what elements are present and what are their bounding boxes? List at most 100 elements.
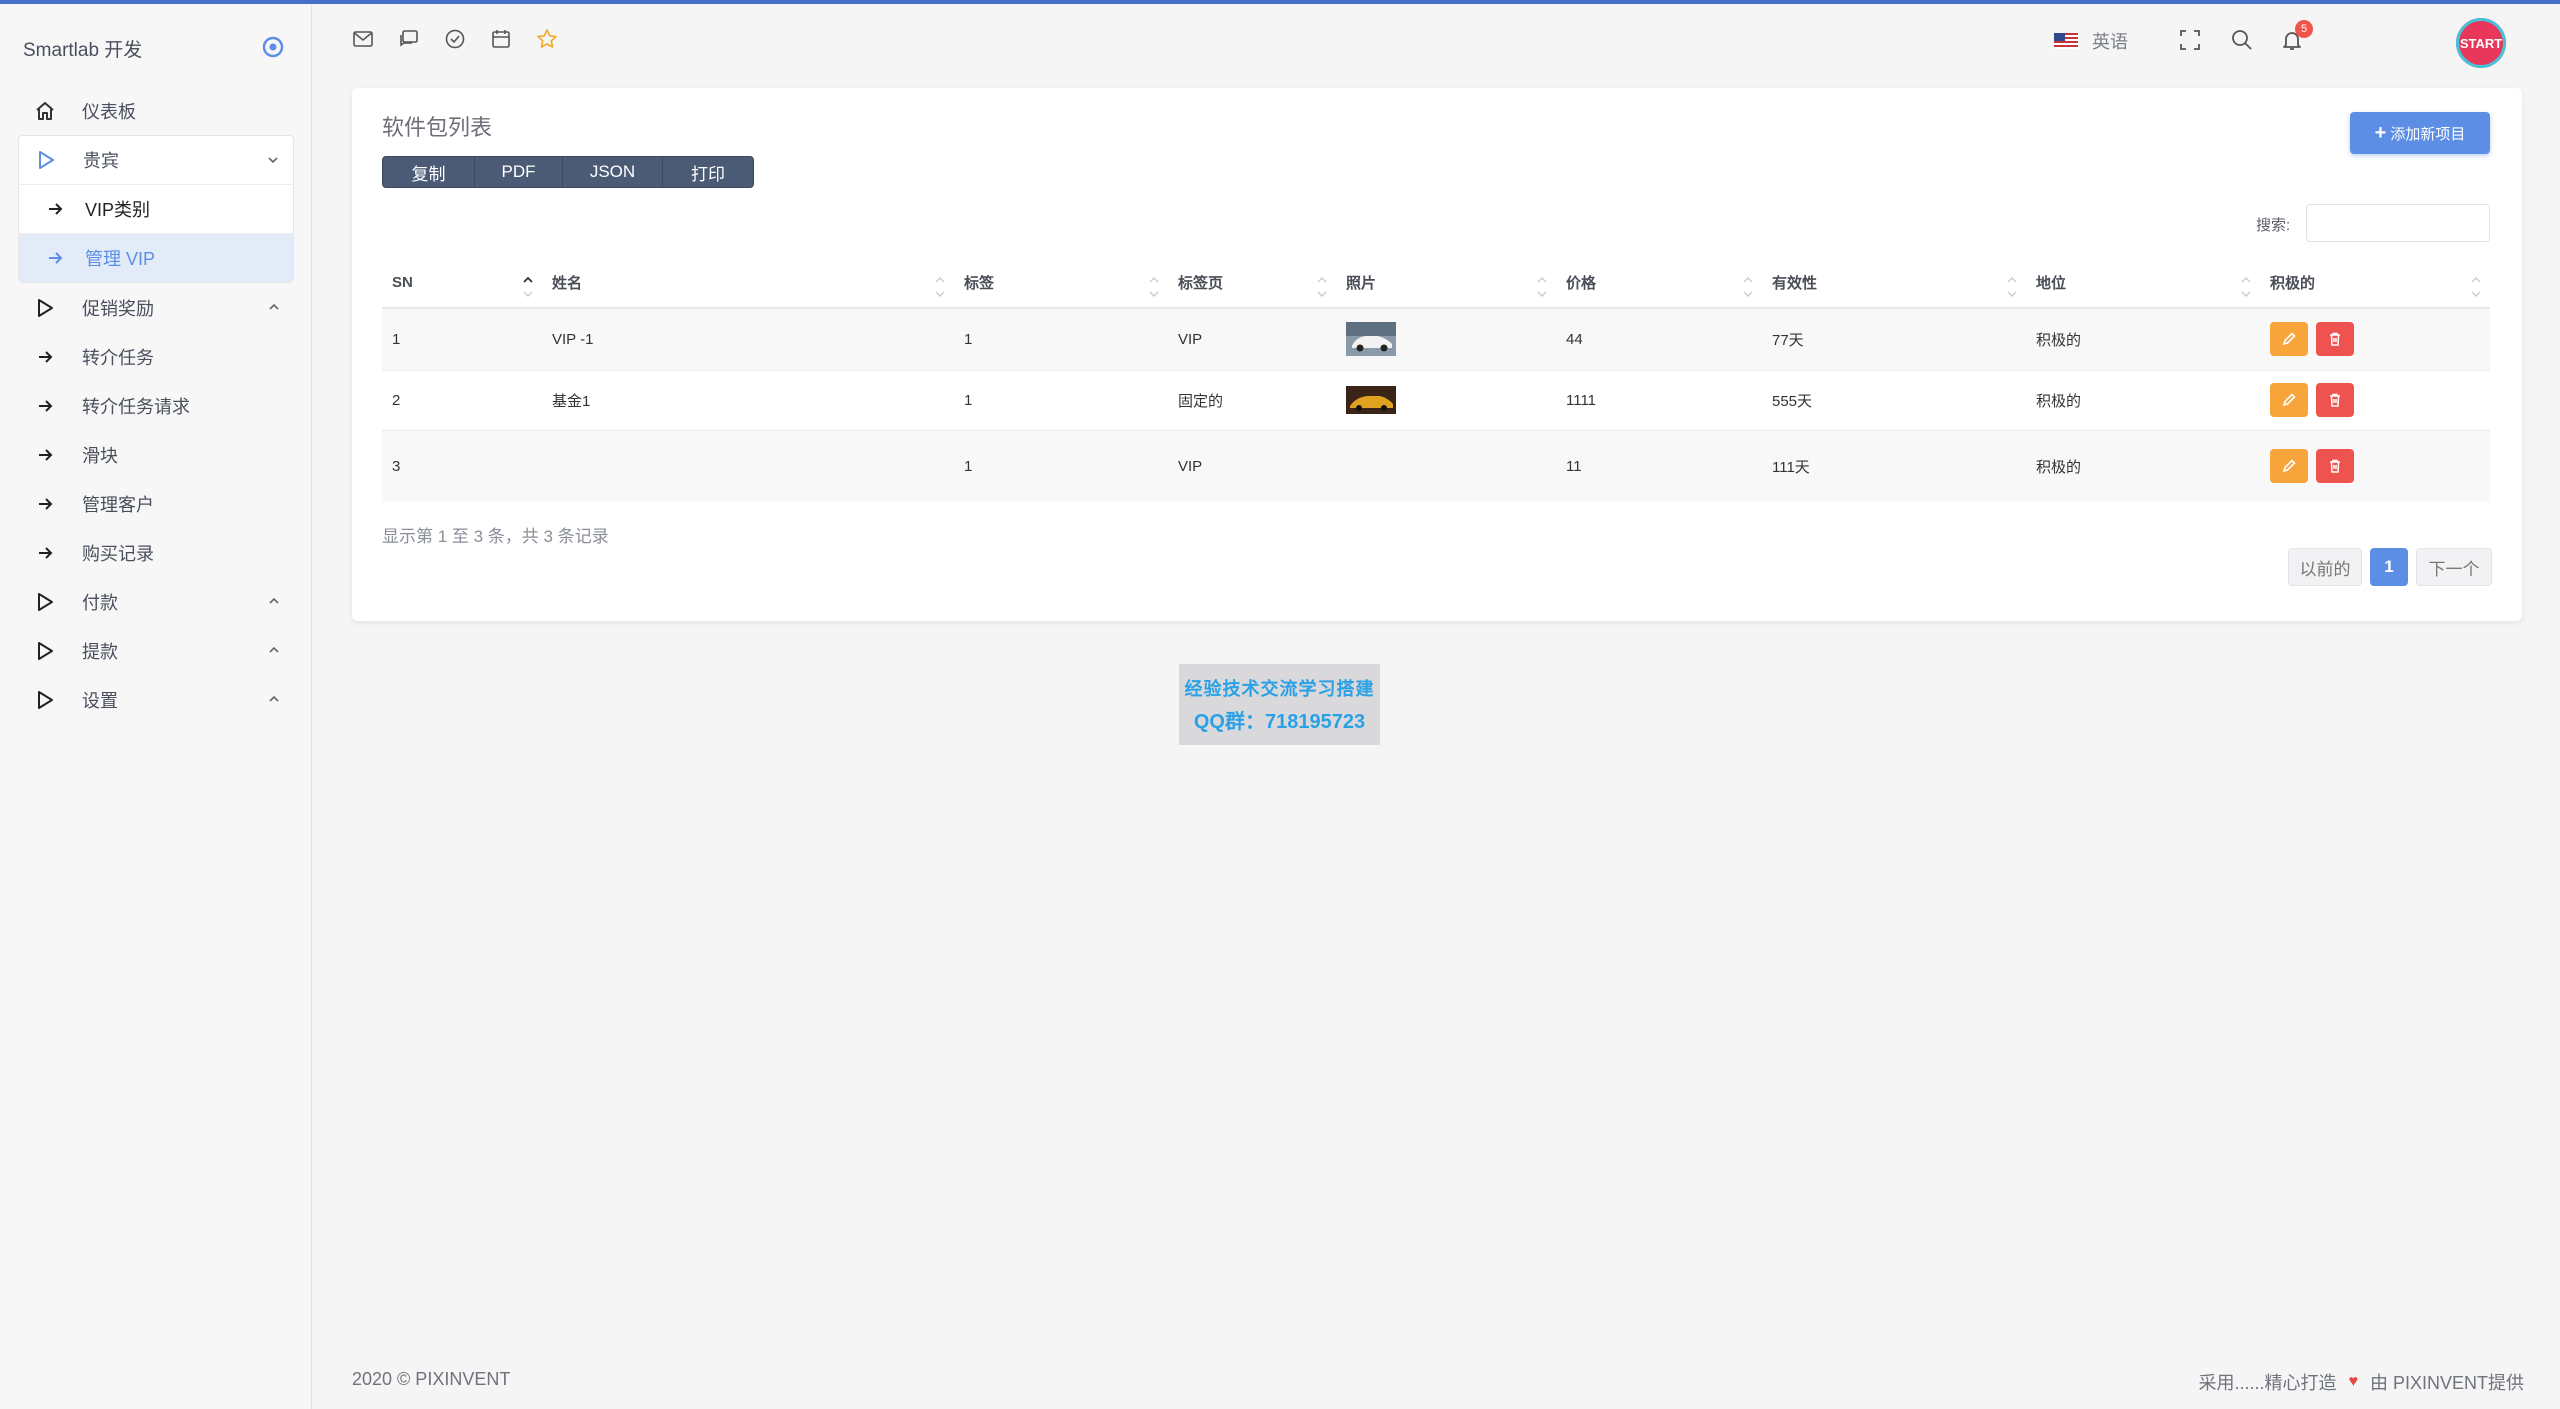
table-info: 显示第 1 至 3 条，共 3 条记录 [382,527,609,546]
cell-validity: 111天 [1762,430,2026,502]
column-header-label: SN [392,274,413,291]
sidebar-item-slider[interactable]: 滑块 [18,430,294,479]
package-table: SN 姓名 标签 标签页 照片 价格 有效性 地位 积极的 1 VIP -1 1… [382,258,2490,502]
column-header-photo[interactable]: 照片 [1336,258,1556,309]
cell-tag: 1 [954,308,1168,371]
cell-tab: VIP [1168,430,1336,502]
notifications-button[interactable]: 5 [2280,20,2313,52]
arrow-right-icon [34,493,56,515]
fullscreen-icon[interactable] [2178,28,2202,52]
car-photo-thumbnail[interactable] [1346,322,1396,357]
column-header-tag[interactable]: 标签 [954,258,1168,309]
check-circle-icon[interactable] [444,28,466,50]
pencil-icon [2282,459,2296,473]
table-header-row: SN 姓名 标签 标签页 照片 价格 有效性 地位 积极的 [382,258,2490,309]
sidebar-item-label: 仪表板 [82,101,136,122]
mail-icon[interactable] [352,28,374,50]
sidebar-item-referral-requests[interactable]: 转介任务请求 [18,381,294,430]
play-icon [34,297,56,319]
print-button[interactable]: 打印 [663,157,753,187]
column-header-actions[interactable]: 积极的 [2260,258,2490,309]
brand-name[interactable]: Smartlab 开发 [23,30,142,66]
sidebar-item-payments[interactable]: 付款 [18,577,294,626]
sidebar-item-customers[interactable]: 管理客户 [18,479,294,528]
cell-name: VIP -1 [542,308,954,371]
promo-line-1: 经验技术交流学习搭建 [1184,679,1375,700]
cell-tab: VIP [1168,308,1336,371]
sidebar-item-vip-category[interactable]: VIP类别 [19,184,293,233]
copy-button[interactable]: 复制 [383,157,475,187]
prev-page-button[interactable]: 以前的 [2288,548,2362,586]
play-icon [34,640,56,662]
us-flag-icon [2054,33,2078,49]
next-page-button[interactable]: 下一个 [2416,548,2492,586]
sidebar-item-label: 管理客户 [82,494,154,515]
heart-icon: ♥ [2348,1373,2358,1390]
arrow-right-icon [34,395,56,417]
sidebar-toggle-icon[interactable] [260,34,286,60]
pencil-icon [2282,393,2296,407]
chat-icon[interactable] [398,28,420,50]
sidebar-item-dashboard[interactable]: 仪表板 [18,86,294,135]
delete-button[interactable] [2316,322,2355,357]
sidebar-item-label: 转介任务请求 [82,396,190,417]
sidebar-item-label: 滑块 [82,445,118,466]
table-row: 2 基金1 1 固定的 1111 555天 积极的 [382,370,2490,431]
delete-button[interactable] [2316,383,2355,417]
json-button[interactable]: JSON [563,157,663,187]
column-header-price[interactable]: 价格 [1556,258,1762,309]
delete-button[interactable] [2316,449,2355,484]
sidebar-item-settings[interactable]: 设置 [18,675,294,724]
trash-icon [2330,333,2341,346]
promo-line-2: QQ群：718195723 [1193,711,1366,733]
car-photo-thumbnail[interactable] [1346,386,1396,414]
calendar-icon[interactable] [490,28,512,50]
column-header-label: 照片 [1346,275,1377,292]
column-header-tab[interactable]: 标签页 [1168,258,1336,309]
sidebar-item-vip[interactable]: 贵宾 [18,135,294,184]
avatar[interactable]: START [2456,18,2506,68]
sort-icon [2471,277,2481,297]
cell-sn: 3 [382,430,542,502]
cell-validity: 77天 [1762,308,2026,371]
sidebar-item-referral-tasks[interactable]: 转介任务 [18,332,294,381]
language-selector[interactable]: 英语 [2054,28,2128,54]
column-header-validity[interactable]: 有效性 [1762,258,2026,309]
cell-price: 1111 [1556,370,1762,431]
top-header: 英语 5 START [312,4,2560,82]
sidebar-item-withdrawals[interactable]: 提款 [18,626,294,675]
add-item-button[interactable]: + 添加新项目 [2350,112,2490,154]
column-header-sn[interactable]: SN [382,258,542,309]
edit-button[interactable] [2270,383,2308,417]
search-icon[interactable] [2230,28,2254,52]
export-button-group: 复制 PDF JSON 打印 [382,156,754,188]
column-header-name[interactable]: 姓名 [542,258,954,309]
star-icon[interactable] [536,28,558,50]
sidebar-item-manage-vip[interactable]: 管理 VIP [19,233,293,282]
column-header-label: 标签页 [1178,275,1224,292]
chevron-up-icon [269,646,279,653]
arrow-right-icon [34,542,56,564]
sidebar-item-promotions[interactable]: 促销奖励 [18,283,294,332]
cell-price: 11 [1556,430,1762,502]
sidebar-item-label: 提款 [82,641,118,662]
vip-submenu: VIP类别 管理 VIP [18,184,294,283]
add-item-label: 添加新项目 [2390,125,2466,143]
sidebar-item-purchases[interactable]: 购买记录 [18,528,294,577]
header-shortcuts [352,28,558,50]
sidebar-item-label: VIP类别 [85,200,151,220]
edit-button[interactable] [2270,322,2308,357]
sort-icon [1537,277,1547,297]
sidebar-item-label: 付款 [82,592,118,613]
footer-credit-suffix: 由 PIXINVENT提供 [2369,1373,2524,1393]
pencil-icon [2282,332,2296,346]
notifications-badge: 5 [2295,20,2313,38]
cell-validity: 555天 [1762,370,2026,431]
edit-button[interactable] [2270,449,2308,484]
pdf-button[interactable]: PDF [475,157,563,187]
column-header-status[interactable]: 地位 [2026,258,2260,309]
page-button-current[interactable]: 1 [2370,548,2408,586]
search-input[interactable] [2306,204,2490,242]
play-icon [35,149,57,171]
column-header-label: 地位 [2036,275,2067,292]
